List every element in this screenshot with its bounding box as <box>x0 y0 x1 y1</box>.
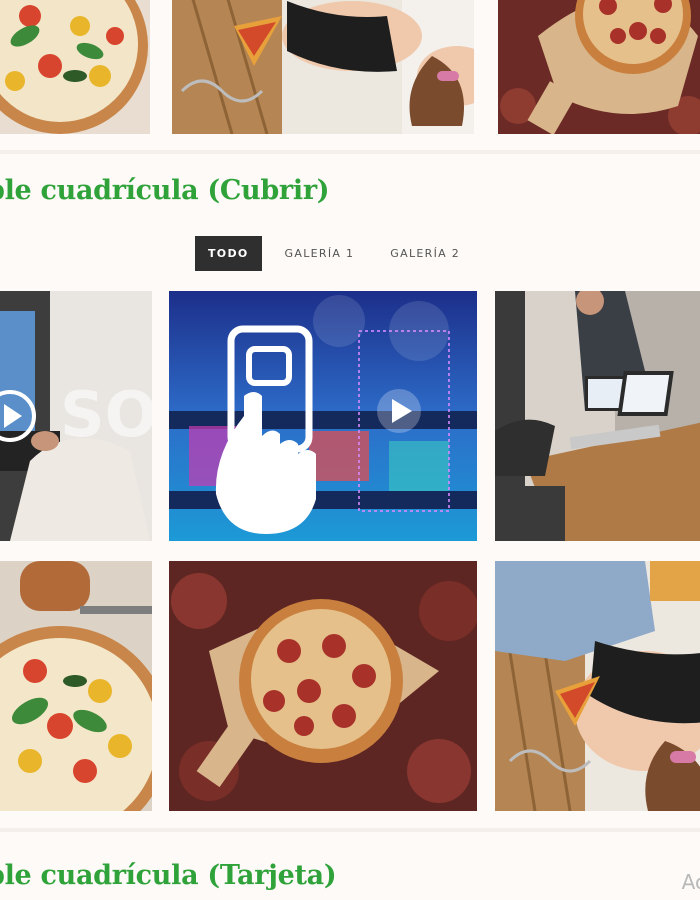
svg-text:SO: SO <box>60 378 152 451</box>
gallery-image-pepperoni-pizza-top[interactable] <box>498 0 700 134</box>
gallery-image-office-meeting[interactable] <box>495 291 700 541</box>
gallery-image-woman-eating-pizza[interactable] <box>495 561 700 811</box>
filter-tab-all[interactable]: TODO <box>195 236 262 271</box>
gallery-image-pizza-margherita[interactable] <box>0 561 152 811</box>
filter-tab-gallery-2[interactable]: GALERÍA 2 <box>377 236 473 271</box>
filter-tab-gallery-1[interactable]: GALERÍA 1 <box>272 236 368 271</box>
gallery-image-pepperoni-pizza[interactable] <box>169 561 477 811</box>
gallery-video-laptop[interactable]: SO <box>0 291 152 541</box>
activate-windows-watermark: Ac <box>681 870 700 894</box>
gallery-filter-bar: TODO GALERÍA 1 GALERÍA 2 <box>195 236 483 271</box>
section-heading-grid-card: ble cuadrícula (Tarjeta) <box>0 860 337 891</box>
gallery-image-woman-pizza-top[interactable] <box>172 0 474 134</box>
gallery-video-social-media[interactable] <box>169 291 477 541</box>
section-heading-grid-cover: ble cuadrícula (Cubrir) <box>0 175 330 206</box>
gallery-image-pizza-margherita-top[interactable] <box>0 0 150 134</box>
